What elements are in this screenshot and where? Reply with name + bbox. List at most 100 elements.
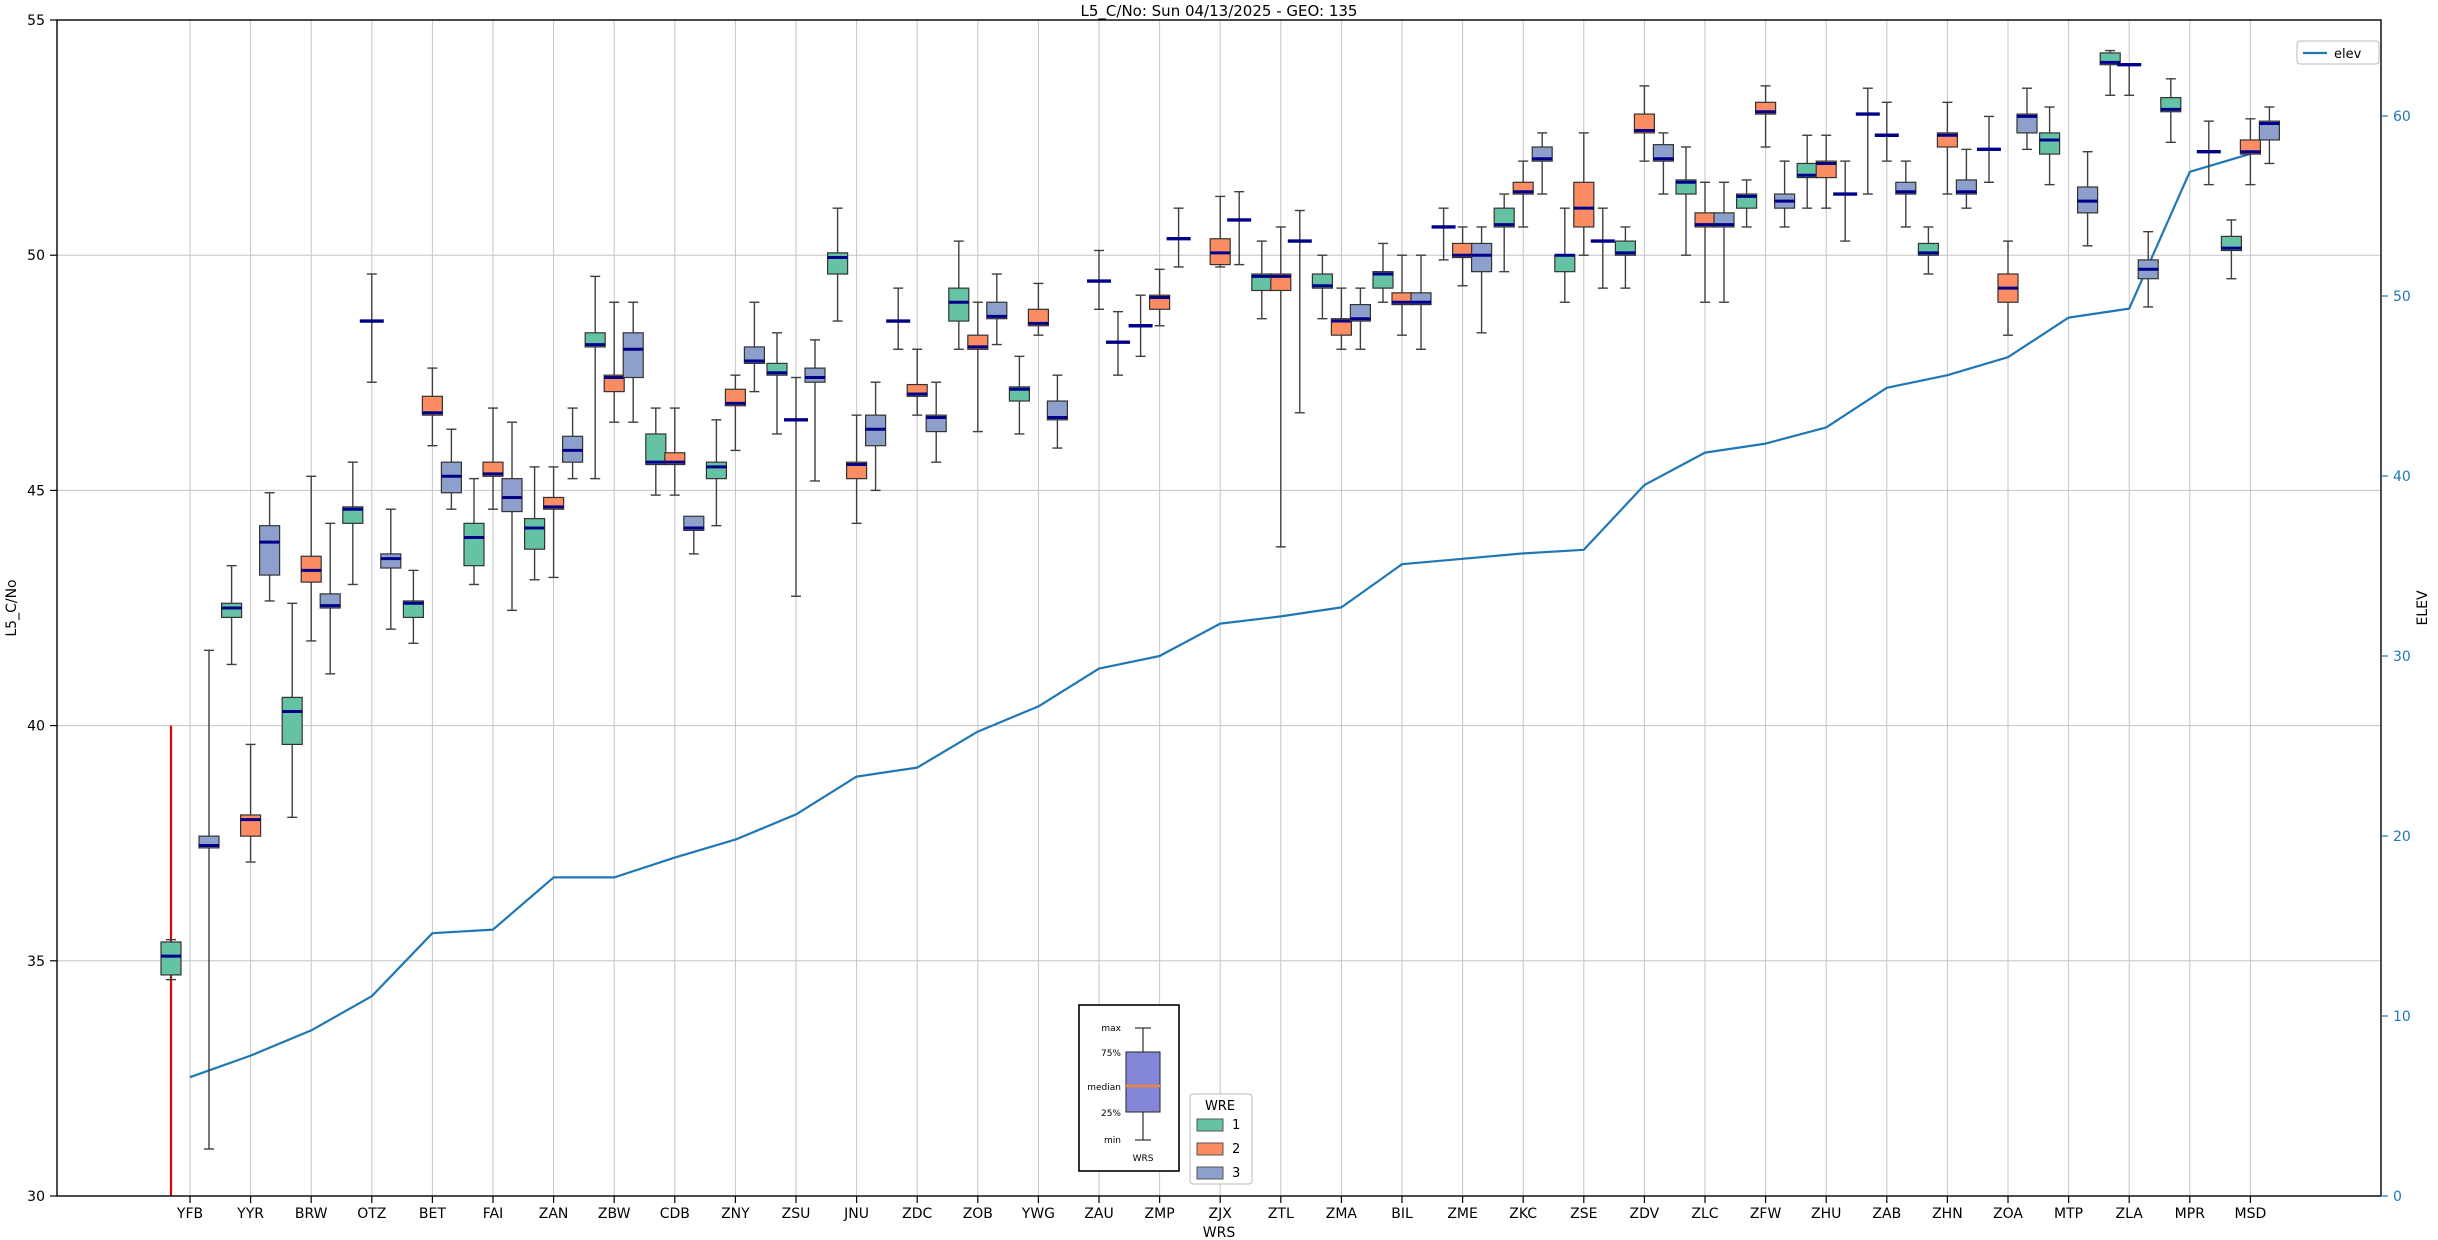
x-tick-label: FAI — [483, 1206, 503, 1222]
box-body — [160, 941, 182, 976]
box-ZMP-s3 — [1166, 207, 1191, 268]
y2-tick-label: 40 — [2393, 469, 2411, 485]
box-ZOA-s3 — [2016, 87, 2038, 151]
x-tick-label: ZAN — [539, 1206, 569, 1222]
box-body — [463, 522, 485, 567]
inset-label-max: max — [1101, 1024, 1121, 1034]
box-ZJX-s2 — [1209, 195, 1231, 268]
box-FAI-s2 — [482, 407, 504, 510]
box-ZDV-s3 — [1652, 132, 1675, 195]
box-ZHU-s2 — [1815, 134, 1837, 209]
box-ZTL-s1 — [1251, 240, 1273, 320]
x-tick-label: ZJX — [1209, 1206, 1233, 1222]
box-YFB-s1 — [160, 938, 182, 981]
box-ZDV-s1 — [1614, 226, 1637, 289]
box-ZAN-s1 — [523, 466, 546, 581]
x-axis-title: WRS — [1203, 1225, 1236, 1240]
box-BIL-s1 — [1372, 242, 1394, 303]
box-ZAU-s3 — [1106, 310, 1130, 376]
box-JNU-s3 — [864, 381, 887, 492]
box-body — [1573, 181, 1595, 228]
box-ZBW-s2 — [603, 301, 625, 423]
box-ZKC-s2 — [1512, 160, 1534, 228]
wre-legend-label-2: 2 — [1232, 1142, 1240, 1157]
box-ZNY-s3 — [743, 301, 766, 393]
x-tick-label: ZME — [1447, 1206, 1478, 1222]
box-body — [380, 553, 402, 569]
box-BIL-s2 — [1391, 254, 1413, 336]
box-body — [281, 696, 303, 746]
box-ZSU-s2 — [784, 376, 808, 597]
box-ZME-s2 — [1451, 226, 1474, 287]
y-tick-label: 45 — [27, 483, 45, 499]
box-ZLC-s1 — [1675, 146, 1697, 256]
box-BIL-s3 — [1410, 254, 1432, 350]
box-ZDC-s2 — [906, 348, 928, 416]
box-CDB-s2 — [664, 407, 686, 496]
box-body — [501, 478, 523, 513]
y2-tick-label: 0 — [2393, 1189, 2402, 1205]
box-ZMA-s2 — [1330, 287, 1353, 350]
y2-tick-label: 20 — [2393, 829, 2411, 845]
x-tick-label: ZSE — [1570, 1206, 1597, 1222]
wre-legend-swatch-3 — [1196, 1166, 1224, 1180]
box-FAI-s3 — [501, 421, 523, 612]
box-JNU-s1 — [826, 207, 849, 322]
box-ZAN-s2 — [542, 466, 565, 579]
elev-legend-label: elev — [2334, 47, 2362, 62]
y-tick-label: 55 — [27, 13, 45, 29]
x-tick-label: ZHN — [1932, 1206, 1963, 1222]
box-MSD-s2 — [2239, 118, 2261, 186]
box-OTZ-s3 — [380, 508, 402, 630]
box-body — [645, 433, 667, 466]
y-tick-label: 40 — [27, 719, 45, 735]
box-MSD-s3 — [2258, 106, 2280, 165]
inset-label-75: 75% — [1101, 1049, 1121, 1059]
box-ZAN-s3 — [561, 407, 584, 480]
box-BET-s3 — [440, 428, 462, 510]
box-JNU-s2 — [845, 414, 868, 525]
y2-tick-label: 30 — [2393, 649, 2411, 665]
box-ZFW-s1 — [1735, 179, 1758, 228]
x-tick-label: MSD — [2235, 1206, 2267, 1222]
box-MTP-s3 — [2077, 151, 2099, 247]
axes-layer: 30 35 40 45 50 55 0 10 20 30 40 50 60 YFB YYR BRW OTZ BET… — [27, 13, 2411, 1222]
box-body — [948, 287, 970, 322]
wre-legend-swatch-2 — [1196, 1142, 1224, 1156]
x-tick-label: ZAU — [1084, 1206, 1113, 1222]
x-tick-label: JNU — [843, 1206, 869, 1222]
box-BET-s2 — [421, 367, 443, 447]
x-tick-label: BRW — [295, 1206, 328, 1222]
wre-legend-swatch-1 — [1196, 1118, 1224, 1132]
box-ZHN-s3 — [1955, 148, 1978, 209]
box-OTZ-s2 — [359, 273, 384, 383]
y-tick-label: 50 — [27, 248, 45, 264]
box-BET-s1 — [402, 569, 424, 644]
box-ZAB-s3 — [1895, 160, 1917, 228]
box-YYR-s2 — [240, 743, 262, 863]
box-ZMP-s2 — [1148, 268, 1171, 327]
box-body — [523, 518, 546, 550]
x-tick-label: ZDV — [1630, 1206, 1660, 1222]
x-tick-label: YYR — [236, 1206, 264, 1222]
box-ZNY-s2 — [724, 374, 747, 452]
box-ZHN-s2 — [1936, 101, 1959, 195]
box-YWG-s3 — [1046, 374, 1069, 449]
inset-label-min: min — [1104, 1136, 1121, 1146]
box-BRW-s3 — [319, 522, 341, 675]
x-tick-label: MPR — [2175, 1206, 2206, 1222]
box-ZOB-s2 — [967, 301, 989, 433]
x-tick-label: ZAB — [1872, 1206, 1901, 1222]
box-ZTL-s3 — [1287, 209, 1312, 414]
box-ZFW-s2 — [1754, 85, 1777, 148]
box-body — [705, 461, 728, 480]
box-ZFW-s3 — [1773, 160, 1796, 228]
x-tick-label: ZDC — [902, 1206, 932, 1222]
box-ZNY-s1 — [705, 419, 728, 527]
x-tick-label: ZFW — [1750, 1206, 1782, 1222]
box-ZAB-s1 — [1855, 87, 1880, 195]
x-tick-label: YFB — [176, 1206, 203, 1222]
y-tick-label: 30 — [27, 1189, 45, 1205]
boxplot-chart: 30 35 40 45 50 55 0 10 20 30 40 50 60 YFB YYR BRW OTZ BET… — [4, 2, 2431, 1240]
box-ZSU-s3 — [804, 339, 826, 482]
